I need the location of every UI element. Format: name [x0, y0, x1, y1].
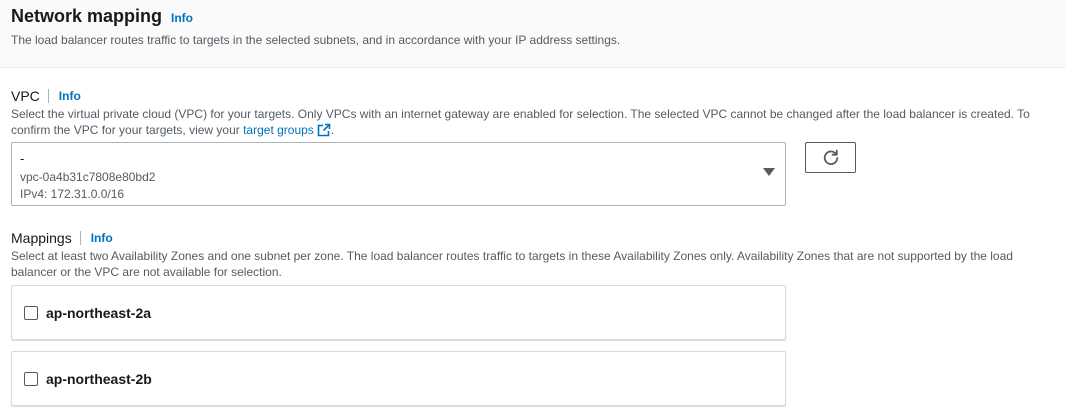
header-title-row: Network mapping Info — [11, 6, 193, 27]
external-link-icon[interactable] — [317, 123, 331, 137]
vpc-description: Select the virtual private cloud (VPC) f… — [11, 106, 1056, 138]
section-info-link[interactable]: Info — [171, 11, 193, 25]
refresh-icon — [823, 149, 838, 165]
caret-down-icon — [763, 168, 775, 176]
az-checkbox-ap-northeast-2b[interactable] — [24, 372, 38, 386]
az-label[interactable]: ap-northeast-2b — [46, 371, 152, 387]
vpc-info-link[interactable]: Info — [59, 89, 81, 103]
vpc-description-text: Select the virtual private cloud (VPC) f… — [11, 107, 1030, 137]
section-description: The load balancer routes traffic to targ… — [11, 33, 621, 47]
section-title: Network mapping — [11, 6, 163, 26]
label-divider — [47, 89, 49, 103]
vpc-label-row: VPC Info — [11, 88, 81, 104]
vpc-select-cidr: IPv4: 172.31.0.0/16 — [20, 187, 125, 201]
vpc-select-id: vpc-0a4b31c7808e80bd2 — [20, 170, 156, 184]
mappings-info-link[interactable]: Info — [91, 231, 113, 245]
vpc-select-name: - — [20, 151, 25, 166]
mappings-description: Select at least two Availability Zones a… — [11, 249, 1013, 279]
az-checkbox-ap-northeast-2a[interactable] — [24, 306, 38, 320]
vpc-description-end: . — [330, 123, 335, 137]
section-header: Network mapping Info The load balancer r… — [0, 0, 1066, 68]
mappings-label-row: Mappings Info — [11, 230, 113, 246]
label-divider — [79, 231, 81, 245]
az-card-ap-northeast-2b: ap-northeast-2b — [11, 351, 786, 406]
az-card-ap-northeast-2a: ap-northeast-2a — [11, 285, 786, 340]
refresh-button[interactable] — [805, 142, 856, 173]
target-groups-link[interactable]: target groups — [243, 123, 314, 137]
az-label[interactable]: ap-northeast-2a — [46, 305, 151, 321]
vpc-label: VPC — [11, 88, 40, 104]
vpc-select[interactable]: - vpc-0a4b31c7808e80bd2 IPv4: 172.31.0.0… — [11, 142, 786, 206]
mappings-label: Mappings — [11, 230, 72, 246]
